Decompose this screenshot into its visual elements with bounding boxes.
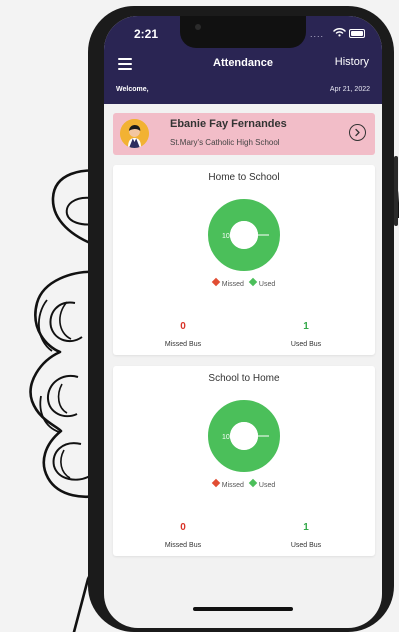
status-time: 2:21 [134,27,159,41]
used-bus-stat: 1 Used Bus [251,321,361,348]
student-name: Ebanie Fay Fernandes [170,118,287,130]
missed-bus-stat: 0 Missed Bus [128,522,238,549]
chart-legend: Missed Used [113,277,375,288]
signal-dots: .... [310,29,325,39]
welcome-text: Welcome, [116,86,149,93]
chart-legend: Missed Used [113,478,375,489]
missed-legend-label: Missed [221,281,244,288]
used-bus-label: Used Bus [290,542,322,549]
school-to-home-donut-chart: 100% [208,400,280,472]
used-bus-stat: 1 Used Bus [251,522,361,549]
student-school: St.Mary's Catholic High School [170,138,280,147]
battery-icon [349,29,365,38]
used-legend-label: Used [258,482,276,489]
phone-screen: 2:21 .... Attendance History Welcome, Ap… [104,16,382,628]
legend-used: Used [248,277,276,288]
used-bus-label: Used Bus [290,341,322,348]
home-to-school-card: Home to School 100% Missed Used 0 Missed… [113,165,375,355]
missed-bus-count: 0 [180,522,186,533]
used-bus-count: 1 [303,321,309,332]
history-link[interactable]: History [335,56,369,68]
missed-bus-label: Missed Bus [164,542,202,549]
home-indicator[interactable] [193,607,293,611]
missed-bus-label: Missed Bus [164,341,202,348]
camera-notch [180,16,306,48]
legend-missed: Missed [211,478,244,489]
used-legend-icon [248,277,258,287]
student-card[interactable]: Ebanie Fay Fernandes St.Mary's Catholic … [113,113,375,155]
donut-percent-label: 100% [222,233,240,240]
legend-used: Used [248,478,276,489]
home-to-school-donut-chart: 100% [208,199,280,271]
card-title: School to Home [208,373,280,384]
status-icons: .... [310,27,370,39]
used-bus-count: 1 [303,522,309,533]
missed-bus-stat: 0 Missed Bus [128,321,238,348]
school-to-home-card: School to Home 100% Missed Used 0 Missed… [113,366,375,556]
wifi-icon [333,28,346,37]
student-avatar-icon [120,119,149,148]
card-title: Home to School [208,172,280,183]
chevron-right-icon[interactable] [349,124,366,141]
phone-side-button [394,156,398,226]
used-legend-icon [248,478,258,488]
used-legend-label: Used [258,281,276,288]
app-header: 2:21 .... Attendance History Welcome, Ap… [104,16,382,104]
current-date: Apr 21, 2022 [329,86,370,93]
missed-legend-icon [211,277,220,287]
app-screenshot: 2:21 .... Attendance History Welcome, Ap… [0,0,399,632]
donut-percent-label: 100% [222,434,240,441]
missed-legend-icon [211,478,220,488]
front-camera-icon [195,24,201,30]
missed-bus-count: 0 [180,321,186,332]
missed-legend-label: Missed [221,482,244,489]
legend-missed: Missed [211,277,244,288]
